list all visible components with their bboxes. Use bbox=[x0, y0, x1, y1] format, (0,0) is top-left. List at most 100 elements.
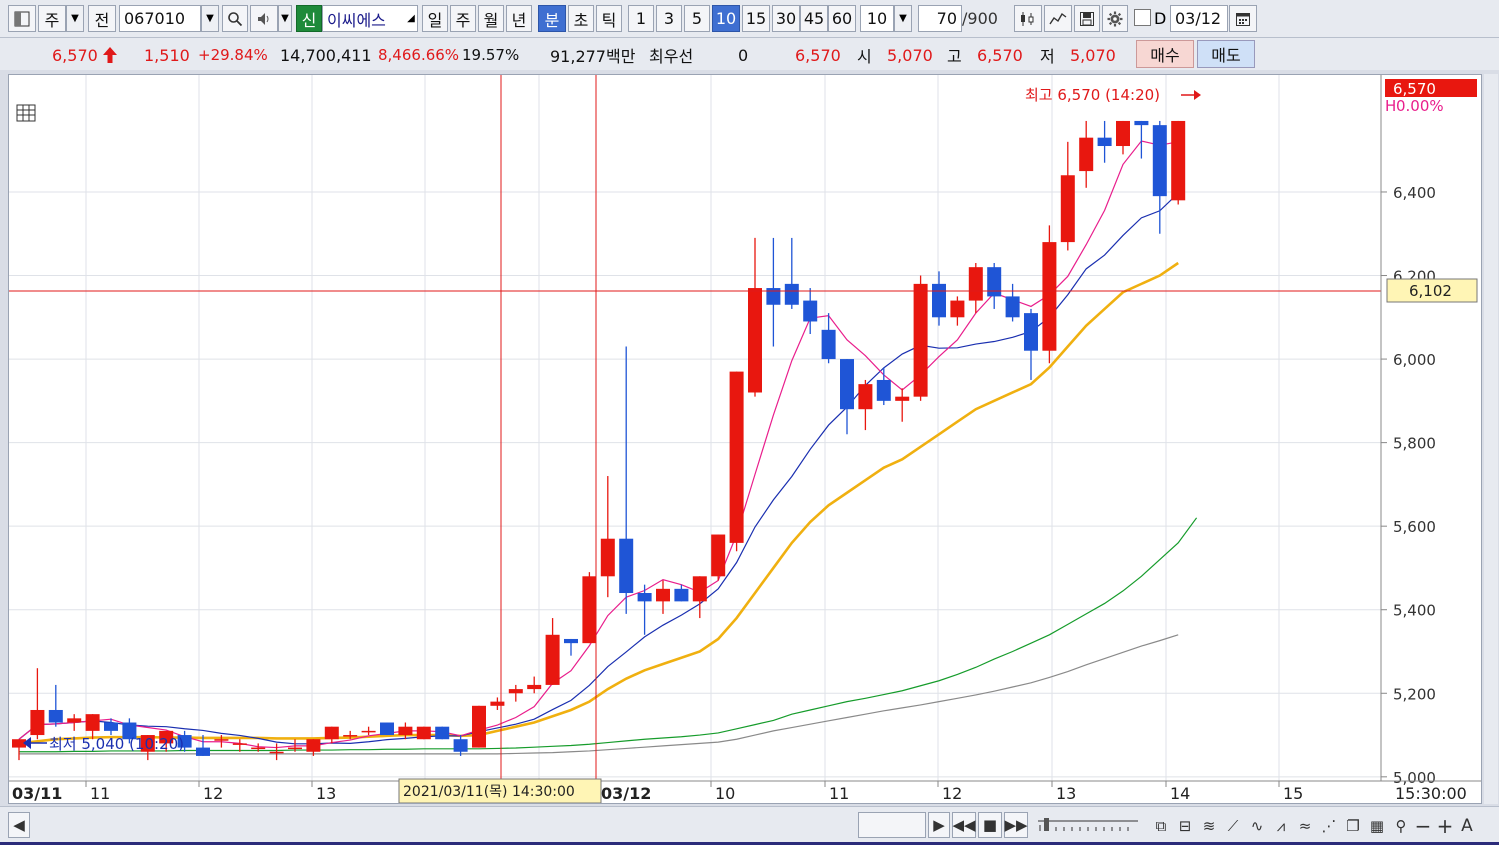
interval-45-label: 45 bbox=[803, 9, 825, 28]
zoom-slider[interactable] bbox=[1036, 817, 1140, 833]
interval-45-button[interactable]: 45 bbox=[800, 5, 828, 32]
high-arrow-icon bbox=[1181, 90, 1201, 100]
period-minute-tab[interactable]: 분 bbox=[538, 5, 566, 32]
candle-down bbox=[564, 638, 578, 644]
candle-up bbox=[545, 634, 560, 685]
stop-icon[interactable]: ■ bbox=[978, 812, 1002, 838]
market-type-dropdown-icon[interactable]: ▼ bbox=[66, 5, 84, 32]
table-grid-icon[interactable]: ▦ bbox=[1366, 815, 1388, 837]
ask-price: 6,570 bbox=[795, 45, 841, 65]
priority-value: 0 bbox=[738, 45, 749, 65]
sell-button[interactable]: 매도 bbox=[1197, 40, 1255, 68]
candle-up bbox=[748, 288, 762, 393]
period-day-tab[interactable]: 일 bbox=[422, 5, 448, 32]
search-icon[interactable] bbox=[222, 5, 248, 32]
scrollbar-thumb[interactable] bbox=[858, 812, 926, 838]
scroll-left-button[interactable]: ◀ bbox=[8, 812, 30, 838]
zoom-in-icon[interactable]: + bbox=[1434, 814, 1456, 838]
chart-area[interactable]: 6,400 6,200 6,000 5,800 5,600 5,400 5,200 5,000… bbox=[8, 74, 1482, 804]
interval-5-label: 5 bbox=[691, 9, 703, 28]
save-icon[interactable] bbox=[1074, 5, 1100, 32]
ma5-line bbox=[18, 140, 1179, 749]
period-tick-label: 틱 bbox=[601, 10, 617, 30]
h-marker: H bbox=[1385, 97, 1396, 115]
interval-30-label: 30 bbox=[775, 9, 797, 28]
candle-up bbox=[1079, 137, 1094, 172]
candle-up bbox=[656, 588, 670, 602]
interval-60-button[interactable]: 60 bbox=[828, 5, 856, 32]
data-table-icon[interactable] bbox=[16, 104, 36, 122]
low-label: 저 bbox=[1040, 47, 1055, 66]
period-week-tab[interactable]: 주 bbox=[450, 5, 476, 32]
x-date-label: 03/11 bbox=[12, 784, 62, 803]
calendar-icon[interactable] bbox=[1229, 5, 1257, 32]
y-tick-label: 5,600 bbox=[1393, 518, 1436, 536]
fast-forward-icon[interactable]: ▶▶ bbox=[1004, 812, 1028, 838]
interval-1-button[interactable]: 1 bbox=[628, 5, 654, 32]
interval-dropdown-icon[interactable]: ▼ bbox=[894, 5, 912, 32]
period-second-tab[interactable]: 초 bbox=[568, 5, 594, 32]
buy-button[interactable]: 매수 bbox=[1136, 40, 1194, 68]
credit-badge[interactable]: 신 bbox=[296, 5, 322, 32]
zigzag-icon[interactable]: ⩘ bbox=[1270, 815, 1292, 837]
candle-type-icon[interactable] bbox=[1014, 5, 1042, 32]
zoom-search-icon[interactable]: ⚲ bbox=[1390, 815, 1412, 837]
period-month-tab[interactable]: 월 bbox=[478, 5, 504, 32]
overlay-icon[interactable]: ≋ bbox=[1198, 815, 1220, 837]
interval-input[interactable]: 10 bbox=[860, 5, 894, 32]
scroll-right-icon[interactable]: ▶ bbox=[928, 812, 950, 838]
interval-3-button[interactable]: 3 bbox=[656, 5, 682, 32]
period-tick-tab[interactable]: 틱 bbox=[596, 5, 622, 32]
candle-up bbox=[306, 739, 321, 752]
pattern-icon[interactable]: ≈ bbox=[1294, 815, 1316, 837]
prev-button[interactable]: 전 bbox=[88, 5, 116, 32]
date-checkbox-label: D bbox=[1154, 9, 1167, 28]
fan-icon[interactable]: ⋰ bbox=[1318, 815, 1340, 837]
speaker-icon[interactable] bbox=[250, 5, 278, 32]
interval-30-button[interactable]: 30 bbox=[772, 5, 800, 32]
font-size-icon[interactable]: A bbox=[1456, 815, 1478, 837]
interval-5-button[interactable]: 5 bbox=[684, 5, 710, 32]
interval-input-value: 10 bbox=[866, 9, 888, 28]
candle-up bbox=[729, 371, 744, 543]
candle-up bbox=[858, 384, 873, 410]
period-day-label: 일 bbox=[427, 10, 443, 30]
high-annotation: 최고 6,570 (14:20) bbox=[1025, 86, 1160, 104]
x-hour-label: 13 bbox=[316, 784, 336, 803]
date-input[interactable]: 03/12 bbox=[1170, 5, 1228, 32]
count-input[interactable]: 70 bbox=[918, 5, 962, 32]
rewind-icon[interactable]: ◀◀ bbox=[952, 812, 976, 838]
candle-up bbox=[1042, 242, 1057, 351]
window-icon[interactable]: ⊟ bbox=[1174, 815, 1196, 837]
market-type-select[interactable]: 주 bbox=[38, 5, 66, 32]
period-year-tab[interactable]: 년 bbox=[506, 5, 532, 32]
x-end-time-label: 15:30:00 bbox=[1395, 784, 1467, 803]
line-chart-icon[interactable] bbox=[1044, 5, 1072, 32]
stock-code-input[interactable]: 067010 bbox=[119, 5, 201, 32]
candle-down bbox=[821, 329, 836, 360]
period-year-label: 년 bbox=[511, 10, 527, 30]
speaker-dropdown-icon[interactable]: ▼ bbox=[278, 5, 292, 32]
candle-up bbox=[1171, 120, 1186, 201]
candlestick-chart[interactable]: 6,4006,2006,0005,8005,6005,4005,2005,000… bbox=[9, 75, 1481, 804]
interval-10-button[interactable]: 10 bbox=[712, 5, 740, 32]
trend-line-icon[interactable]: ⟋ bbox=[1222, 815, 1244, 837]
candle-down bbox=[380, 722, 394, 736]
wave-icon[interactable]: ∿ bbox=[1246, 815, 1268, 837]
copy-icon[interactable]: ❐ bbox=[1342, 815, 1364, 837]
settings-gear-icon[interactable] bbox=[1102, 5, 1128, 32]
layout-icon[interactable]: ⧉ bbox=[1150, 815, 1172, 837]
zoom-out-icon[interactable]: − bbox=[1412, 814, 1434, 838]
stock-code-value: 067010 bbox=[124, 9, 186, 28]
date-checkbox[interactable] bbox=[1134, 9, 1151, 26]
cursor-price-tag: 6,102 bbox=[1409, 282, 1452, 300]
stock-code-dropdown-icon[interactable]: ▼ bbox=[201, 5, 219, 32]
interval-15-button[interactable]: 15 bbox=[742, 5, 770, 32]
candle-down bbox=[619, 538, 634, 594]
candle-up bbox=[600, 538, 615, 577]
horizontal-scrollbar-track[interactable] bbox=[32, 815, 852, 835]
candle-down bbox=[1024, 313, 1038, 351]
window-layout-icon[interactable] bbox=[8, 5, 36, 32]
candle-down bbox=[932, 283, 946, 318]
candle-up bbox=[416, 726, 431, 740]
